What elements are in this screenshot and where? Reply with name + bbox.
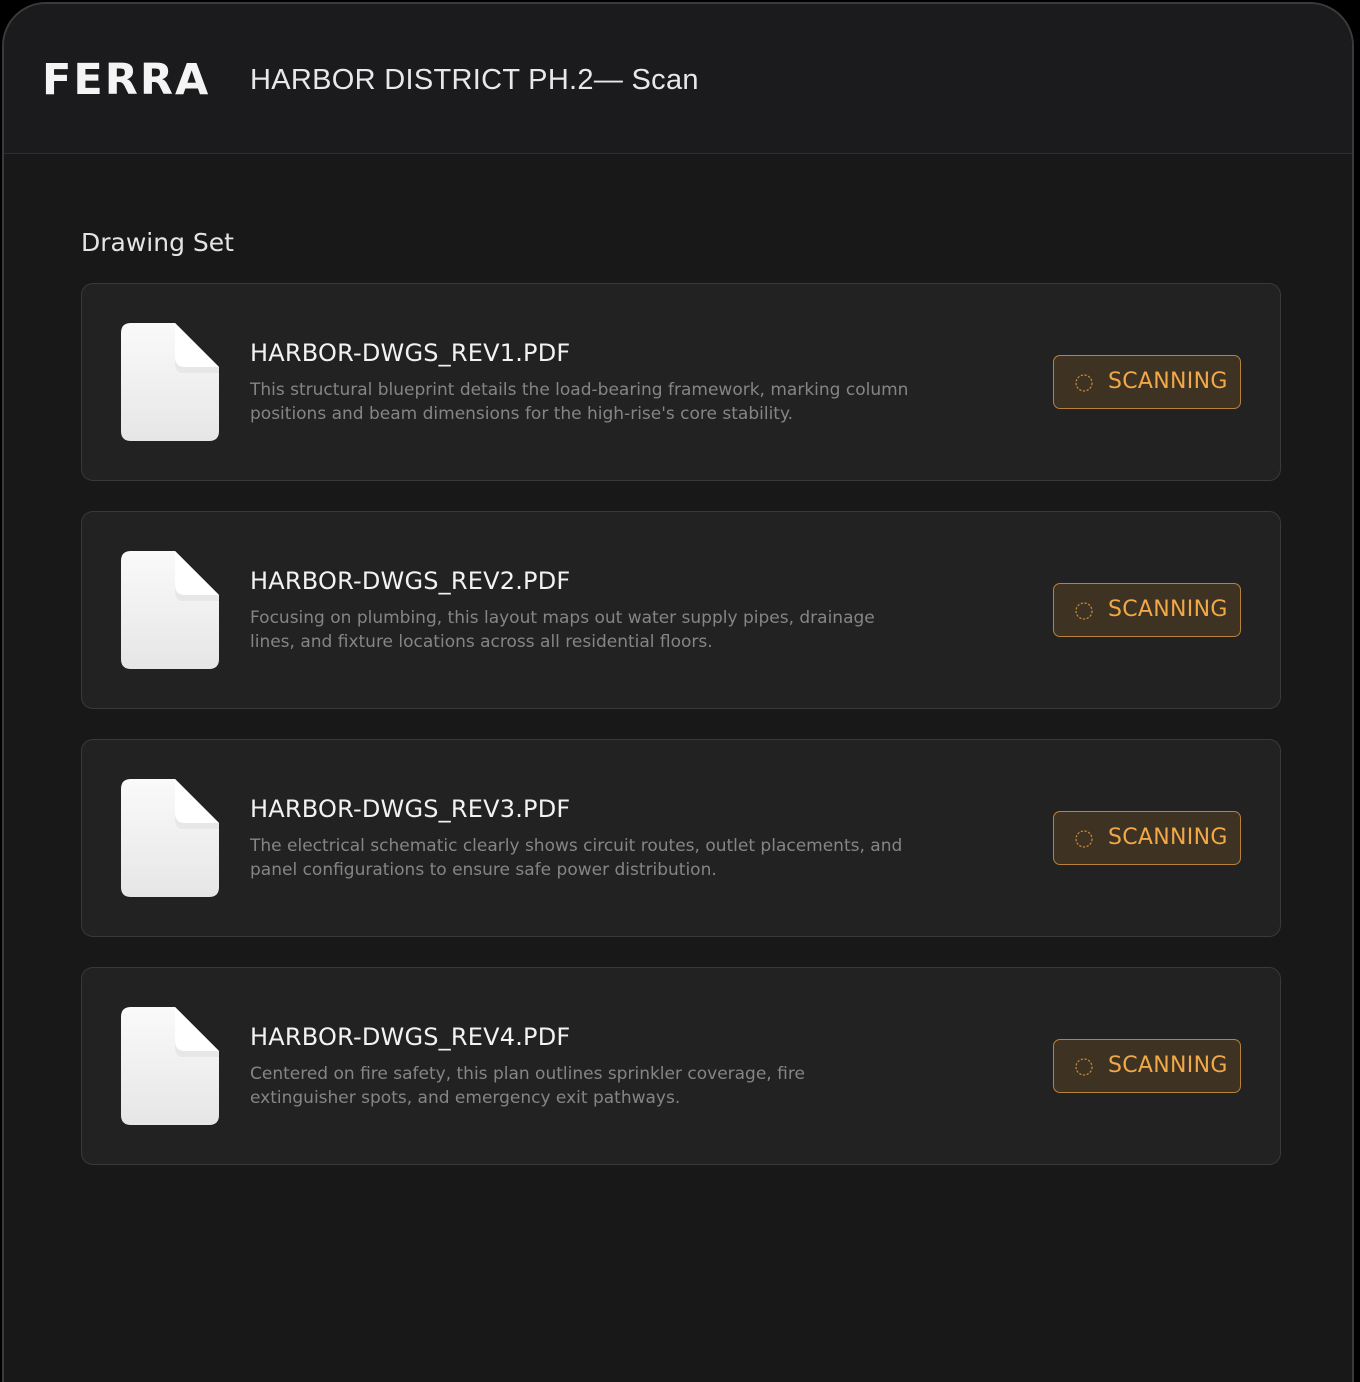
file-name: HARBOR-DWGS_REV3.PDF xyxy=(250,795,571,823)
status-label: SCANNING xyxy=(1108,825,1228,850)
page-title: HARBOR DISTRICT PH.2— Scan xyxy=(250,64,699,96)
file-card[interactable]: HARBOR-DWGS_REV3.PDF The electrical sche… xyxy=(81,739,1281,937)
file-description: The electrical schematic clearly shows c… xyxy=(250,836,903,880)
status-badge: SCANNING xyxy=(1053,355,1241,409)
file-name: HARBOR-DWGS_REV2.PDF xyxy=(250,567,571,595)
file-description: This structural blueprint details the lo… xyxy=(250,380,909,424)
status-label: SCANNING xyxy=(1108,1053,1228,1078)
status-badge: SCANNING xyxy=(1053,1039,1241,1093)
document-icon xyxy=(121,323,219,441)
file-name: HARBOR-DWGS_REV4.PDF xyxy=(250,1023,571,1051)
file-description: Focusing on plumbing, this layout maps o… xyxy=(250,608,875,652)
status-label: SCANNING xyxy=(1108,369,1228,394)
file-list: HARBOR-DWGS_REV1.PDF This structural blu… xyxy=(81,283,1281,1195)
status-badge: SCANNING xyxy=(1053,811,1241,865)
document-icon xyxy=(121,1007,219,1125)
status-label: SCANNING xyxy=(1108,597,1228,622)
app-logo[interactable]: FERRA xyxy=(42,52,210,108)
app-header: FERRA HARBOR DISTRICT PH.2— Scan xyxy=(4,4,1352,154)
spinner-icon xyxy=(1075,374,1093,392)
file-description: Centered on fire safety, this plan outli… xyxy=(250,1064,805,1108)
document-icon xyxy=(121,551,219,669)
document-icon xyxy=(121,779,219,897)
app-window: FERRA HARBOR DISTRICT PH.2— Scan Drawing… xyxy=(2,2,1354,1382)
file-card[interactable]: HARBOR-DWGS_REV1.PDF This structural blu… xyxy=(81,283,1281,481)
status-badge: SCANNING xyxy=(1053,583,1241,637)
spinner-icon xyxy=(1075,602,1093,620)
spinner-icon xyxy=(1075,830,1093,848)
section-title: Drawing Set xyxy=(81,228,234,257)
file-card[interactable]: HARBOR-DWGS_REV4.PDF Centered on fire sa… xyxy=(81,967,1281,1165)
file-card[interactable]: HARBOR-DWGS_REV2.PDF Focusing on plumbin… xyxy=(81,511,1281,709)
file-name: HARBOR-DWGS_REV1.PDF xyxy=(250,339,571,367)
spinner-icon xyxy=(1075,1058,1093,1076)
